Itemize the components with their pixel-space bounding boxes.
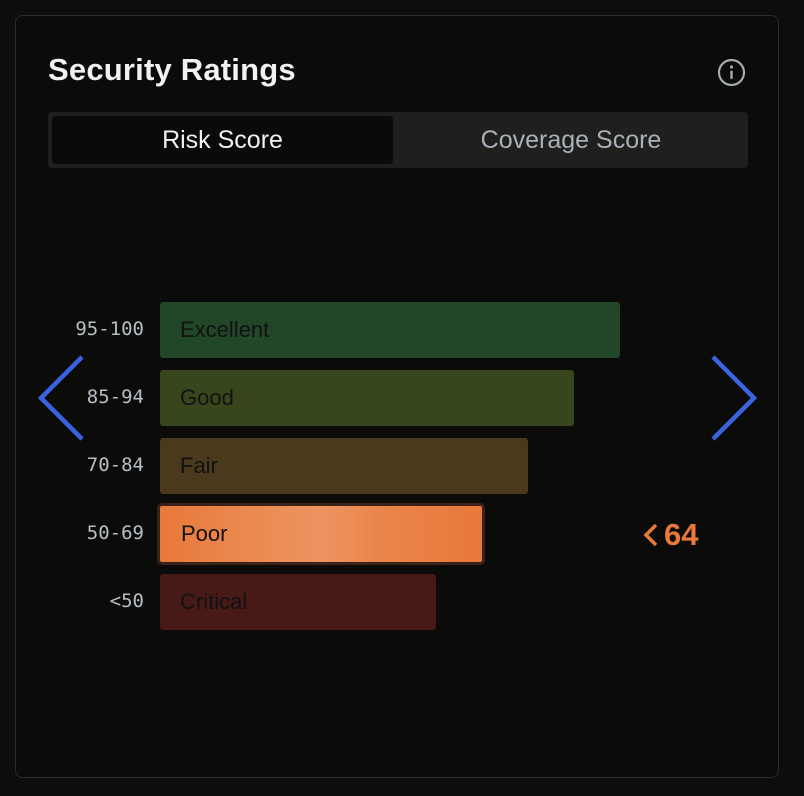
rating-bar-fair[interactable]: Fair [160, 438, 528, 494]
current-score-indicator: 64 [642, 515, 698, 555]
chevron-left-icon [643, 523, 658, 547]
rating-bar-label: Critical [180, 589, 248, 614]
info-circle-icon[interactable] [716, 57, 747, 88]
rating-range-fair: 70-84 [86, 454, 144, 476]
rating-bar-label: Poor [181, 521, 228, 546]
tab-risk-score[interactable]: Risk Score [52, 116, 393, 164]
score-type-toggle: Risk Score Coverage Score [48, 112, 748, 168]
rating-bar-label: Good [180, 385, 234, 410]
rating-bar-label: Fair [180, 453, 218, 478]
rating-bar-good[interactable]: Good [160, 370, 574, 426]
rating-bar-excellent[interactable]: Excellent [160, 302, 620, 358]
tab-coverage-score[interactable]: Coverage Score [398, 116, 744, 164]
rating-range-excellent: 95-100 [75, 318, 144, 340]
rating-bar-critical[interactable]: Critical [160, 574, 436, 630]
rating-range-good: 85-94 [86, 386, 144, 408]
rating-bar-label: Excellent [180, 317, 270, 342]
rating-bar-poor[interactable]: Poor [157, 503, 485, 565]
rating-range-critical: <50 [109, 590, 144, 612]
current-score-value: 64 [664, 517, 699, 552]
rating-range-poor: 50-69 [86, 522, 144, 544]
card-title: Security Ratings [48, 52, 296, 87]
chevron-right-icon[interactable] [709, 354, 759, 444]
